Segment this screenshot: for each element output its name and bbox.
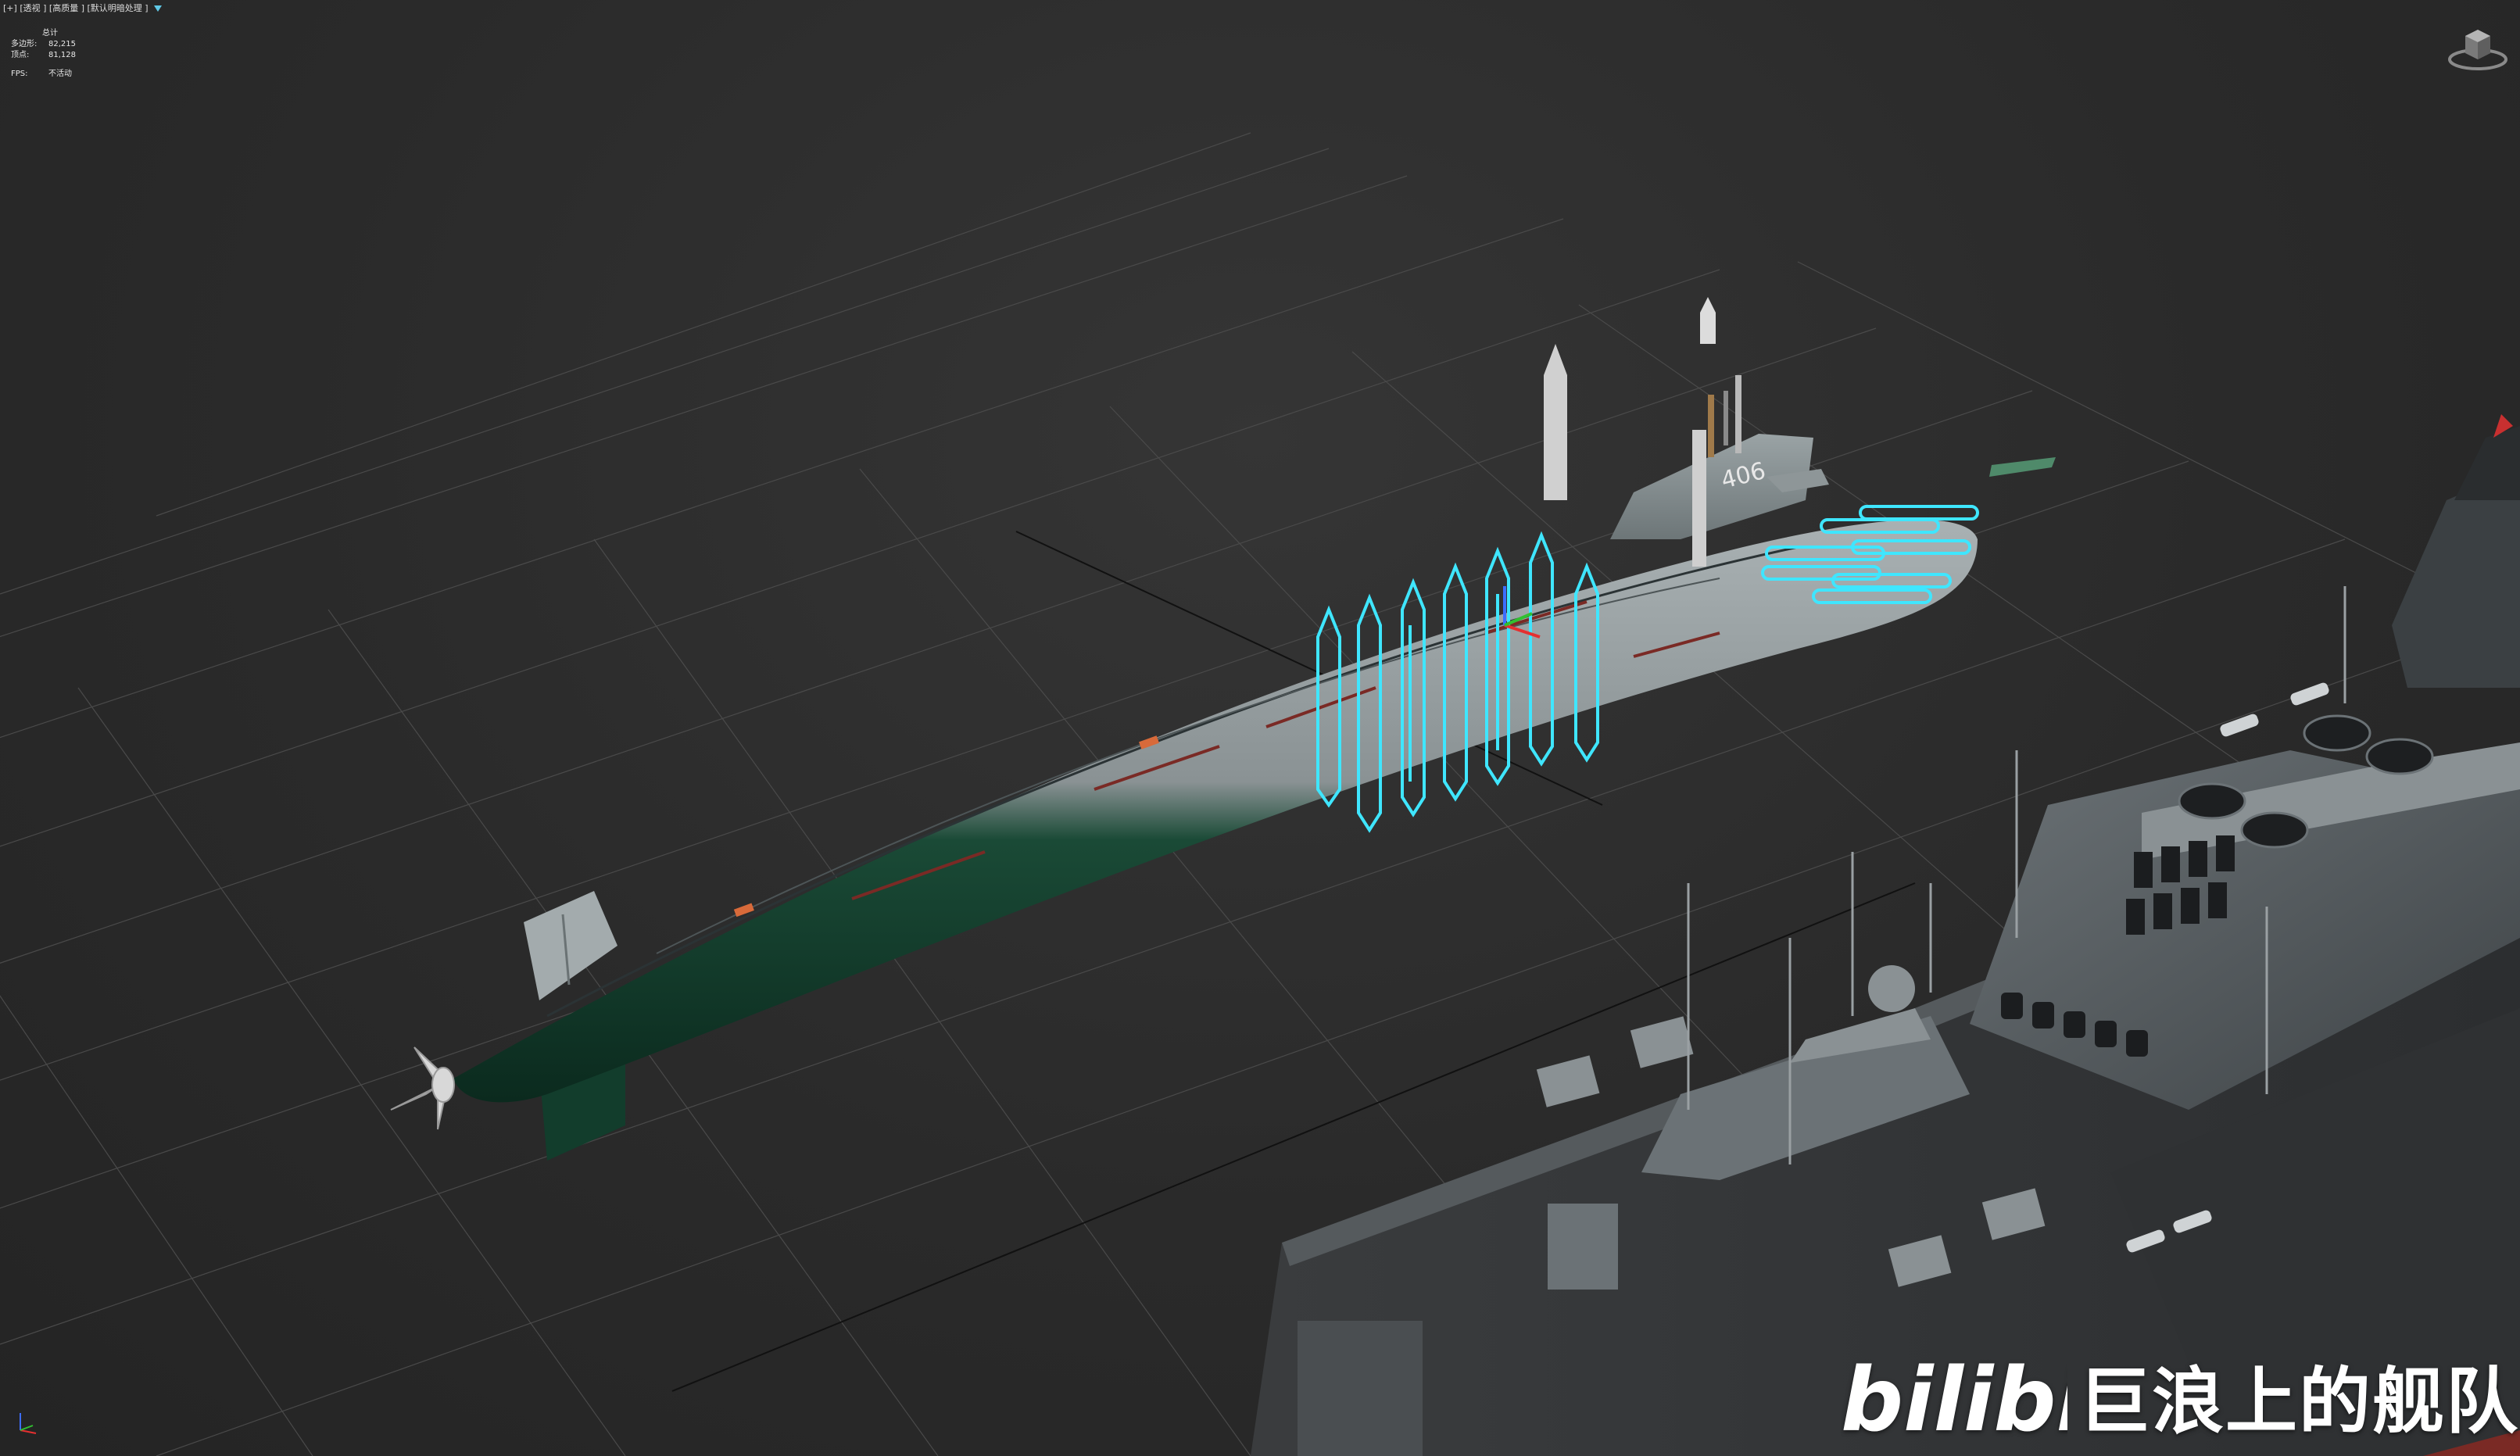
polygons-value: 82,215 [48, 40, 76, 48]
bilibili-logo: bilibili [1841, 1350, 2067, 1446]
propeller [390, 1046, 455, 1130]
scene-statistics: 总计 多边形: 82,215 顶点: 81,128 FPS: 不活动 [11, 28, 76, 80]
vertices-label: 顶点: [11, 51, 30, 59]
fps-value: 不活动 [48, 70, 72, 78]
filter-icon[interactable] [154, 5, 163, 12]
axis-tripod-icon [20, 1413, 37, 1434]
channel-name: 巨浪上的舰队 [2078, 1360, 2520, 1443]
viewport[interactable]: 406 [+] [透视] [高质量] [默认明暗处理] 总计 多边形: 8… [0, 0, 2520, 1456]
viewcube-icon[interactable] [2445, 20, 2511, 73]
watermark: bilibili 巨浪上的舰队 [1841, 1344, 2519, 1446]
polygons-label: 多边形: [11, 40, 38, 48]
fps-label: FPS: [11, 70, 28, 78]
stats-polygons-row: 多边形: 82,215 [11, 39, 76, 50]
viewport-label-menu: [+] [透视 ] [高质量 ] [默认明暗处理 ] [3, 3, 163, 14]
bilibili-logo-text: bilibili [1841, 1350, 2067, 1446]
viewport-plus-menu[interactable]: [+] [3, 3, 17, 13]
stats-title: 总计 [42, 29, 58, 38]
vertices-value: 81,128 [48, 51, 76, 59]
viewport-lighting-menu[interactable]: [默认明暗处理 ] [88, 3, 149, 13]
stats-vertices-row: 顶点: 81,128 [11, 50, 76, 61]
scene-3d[interactable]: 406 [0, 0, 2520, 1456]
viewport-shading-menu[interactable]: [高质量 ] [49, 3, 84, 13]
viewport-view-menu[interactable]: [透视 ] [20, 3, 46, 13]
stats-fps-row: FPS: 不活动 [11, 69, 76, 80]
